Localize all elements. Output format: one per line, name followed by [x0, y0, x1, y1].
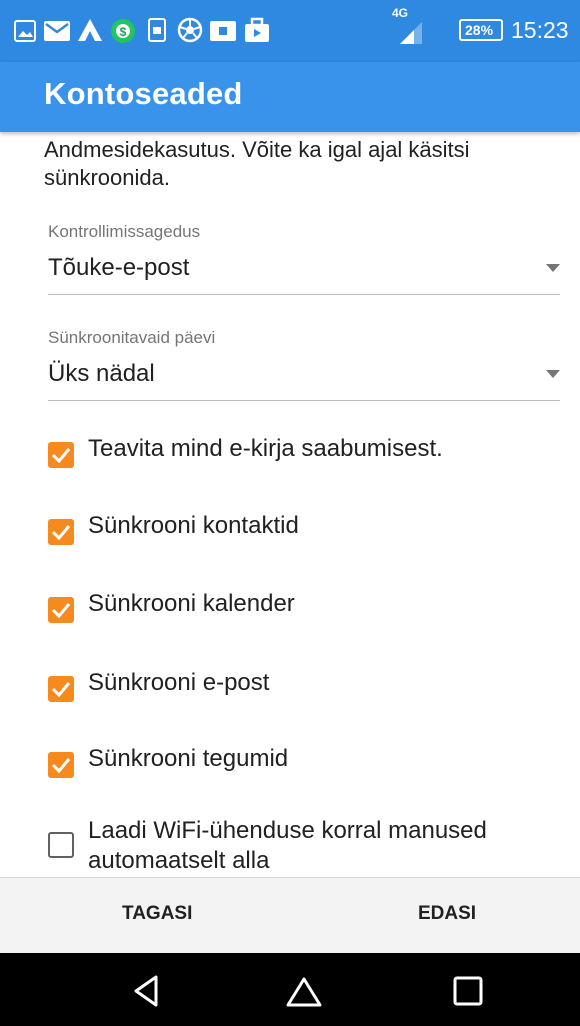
back-icon[interactable]: [128, 971, 168, 1011]
checkbox-label: Sünkrooni tegumid: [88, 745, 289, 772]
checkbox-label: Sünkrooni e-post: [88, 669, 270, 696]
back-button[interactable]: TAGASI: [122, 903, 192, 925]
description-text: Andmesidekasutus. Võite ka igal ajal käs…: [44, 137, 470, 190]
checkbox-label: Laadi WiFi-ühenduse korral manused autom…: [88, 817, 487, 874]
checkbox-unchecked-icon[interactable]: [48, 832, 74, 858]
checkbox-checked-icon[interactable]: [48, 752, 74, 778]
network-type: 4G: [392, 6, 409, 20]
triangle-app-icon: [78, 19, 102, 41]
checkbox-notify-new-mail[interactable]: Teavita mind e-kirja saabumisest.: [48, 434, 558, 474]
settings-content[interactable]: Andmesidekasutus. Võite ka igal ajal käs…: [0, 132, 580, 710]
checkbox-checked-icon[interactable]: [48, 597, 74, 623]
checkbox-auto-download-attachments[interactable]: Laadi WiFi-ühenduse korral manused autom…: [48, 816, 558, 876]
recents-icon[interactable]: [448, 971, 488, 1011]
mail-icon: [44, 21, 70, 41]
checkbox-label: Sünkrooni kalender: [88, 590, 295, 617]
sync-days-label: Sünkroonitavaid päevi: [48, 328, 216, 347]
checkbox-sync-email[interactable]: Sünkrooni e-post: [48, 668, 558, 708]
checkbox-sync-tasks[interactable]: Sünkrooni tegumid: [48, 744, 558, 784]
check-frequency-value: Tõuke-e-post: [48, 254, 190, 281]
gallery-icon: [14, 20, 36, 42]
clock: 15:23: [511, 17, 569, 43]
sync-days-dropdown[interactable]: Üks nädal: [48, 356, 560, 401]
dropdown-arrow-icon: [546, 370, 560, 378]
sim-icon: [148, 18, 166, 42]
checkbox-checked-icon[interactable]: [48, 442, 74, 468]
footer-button-bar: TAGASI EDASI: [0, 877, 580, 954]
battery-icon: 28%: [459, 19, 503, 41]
briefcase-icon: [245, 17, 269, 42]
app-bar: Kontoseaded: [0, 62, 580, 132]
page-title: Kontoseaded: [44, 76, 243, 111]
sync-description: Andmesidekasutus. Võite ka igal ajal käs…: [44, 136, 524, 192]
checkbox-label: Sünkrooni kontaktid: [88, 512, 299, 539]
check-frequency-dropdown[interactable]: Tõuke-e-post: [48, 250, 560, 295]
checkbox-sync-calendar[interactable]: Sünkrooni kalender: [48, 589, 558, 629]
check-frequency-label: Kontrollimissagedus: [48, 222, 201, 241]
svg-text:$: $: [120, 25, 127, 39]
signal-icon: [400, 22, 422, 44]
system-nav-bar: [0, 953, 580, 1026]
status-bar: $ 4G 28% 15:23: [0, 0, 580, 62]
dropdown-arrow-icon: [546, 264, 560, 272]
next-button[interactable]: EDASI: [418, 903, 476, 925]
checkbox-checked-icon[interactable]: [48, 676, 74, 702]
soccer-icon: [177, 17, 203, 43]
checkbox-label: Teavita mind e-kirja saabumisest.: [88, 435, 443, 462]
sync-days-value: Üks nädal: [48, 360, 155, 387]
checkbox-checked-icon[interactable]: [48, 519, 74, 545]
checkbox-sync-contacts[interactable]: Sünkrooni kontaktid: [48, 511, 558, 551]
battery-level: 28%: [465, 22, 494, 38]
keyboard-icon: [210, 21, 236, 41]
dollar-app-icon: $: [111, 19, 135, 43]
home-icon[interactable]: [284, 971, 324, 1011]
